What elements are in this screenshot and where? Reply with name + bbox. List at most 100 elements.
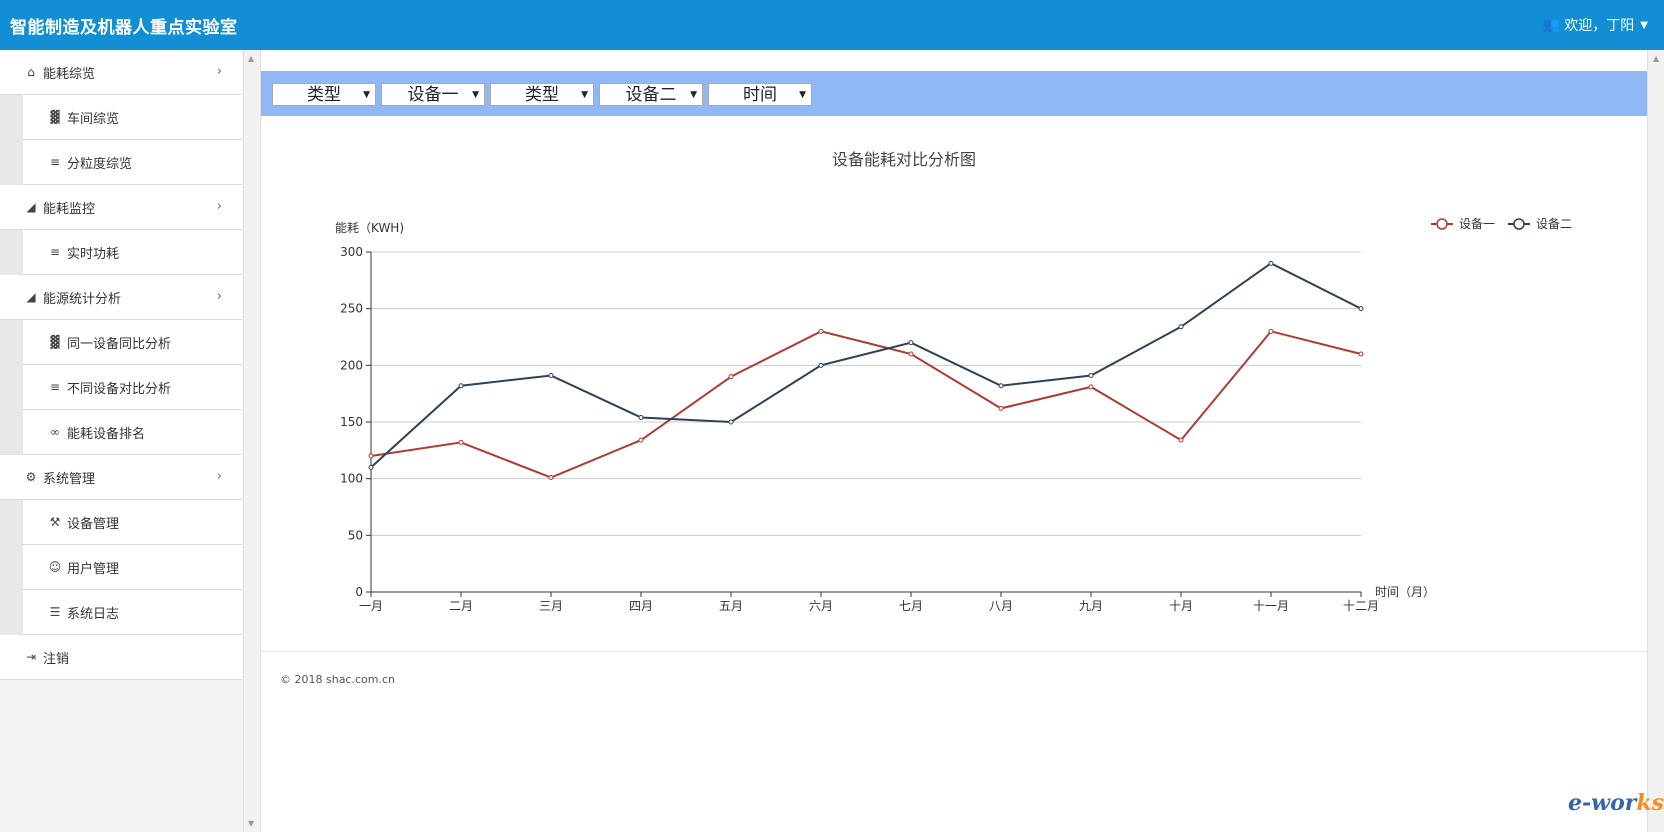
legend-marker-1: [1513, 218, 1525, 230]
sidebar-menu: ⌂ 能耗综览 › ▓ 车间综览 ≡ 分粒度综览 ◢ 能耗监控 › ≡ 实时功耗 ◢ 能源统计分析 › ▓ 同一设…: [0, 50, 242, 680]
user-menu-dropdown[interactable]: 👥 欢迎，丁阳 ▼: [1543, 15, 1648, 35]
sidebar-item-5[interactable]: ◢ 能源统计分析 ›: [0, 275, 242, 320]
energy-comparison-chart: 设备能耗对比分析图 能耗（KWH) 时间（月） 0 50 100 150 200 250 300 一…: [261, 130, 1648, 650]
sidebar-item-6[interactable]: ▓ 同一设备同比分析: [23, 320, 242, 365]
sidebar-item-2[interactable]: ≡ 分粒度综览: [23, 140, 242, 185]
list-icon: ≡: [49, 245, 61, 259]
home-icon: ⌂: [27, 65, 35, 79]
sidebar-item-label: 能耗综览: [43, 66, 96, 82]
device-select-1[interactable]: 设备一 ▼: [381, 83, 485, 106]
x-tick-label: 三月: [539, 599, 563, 613]
footer-copyright: © 2018 shac.com.cn: [280, 673, 395, 686]
sidebar-item-label: 用户管理: [67, 561, 120, 577]
sidebar-item-label: 设备管理: [67, 516, 120, 532]
data-point-0-6: [908, 351, 914, 357]
submenu-row: ▓ 同一设备同比分析: [0, 320, 242, 365]
time-select[interactable]: 时间 ▼: [708, 83, 812, 106]
data-point-0-5: [818, 328, 824, 334]
dropdown-arrow-icon: ▼: [799, 90, 806, 100]
chevron-right-icon: ›: [216, 469, 222, 484]
list-ol-icon: ☰: [49, 605, 61, 619]
wrench-icon: ⚒: [49, 515, 61, 529]
data-point-0-11: [1358, 351, 1364, 357]
sidebar-scrollbar[interactable]: ▲ ▼: [243, 50, 259, 832]
users-icon: ☺: [48, 560, 62, 574]
filter-bar: 类型 ▼ 设备一 ▼ 类型 ▼ 设备二 ▼ 时间 ▼: [261, 71, 1648, 116]
chart-svg: 设备能耗对比分析图能耗（KWH) 时间（月） 0 50 100 150 200 250 300 一…: [335, 150, 1572, 613]
sidebar-item-label: 系统管理: [43, 471, 96, 487]
y-tick-label: 250: [340, 302, 363, 316]
x-tick-label: 二月: [449, 599, 473, 613]
scroll-down-icon[interactable]: ▼: [248, 819, 254, 828]
submenu-row: ▓ 车间综览: [0, 95, 242, 140]
chart-title: 设备能耗对比分析图: [832, 150, 976, 169]
sidebar-item-11[interactable]: ☺ 用户管理: [23, 545, 242, 590]
x-tick-label: 九月: [1079, 599, 1103, 613]
sidebar-item-10[interactable]: ⚒ 设备管理: [23, 500, 242, 545]
content-divider: [261, 651, 1648, 652]
scroll-up-icon[interactable]: ▲: [248, 54, 254, 63]
top-navbar: 智能制造及机器人重点实验室 👥 欢迎，丁阳 ▼: [0, 0, 1664, 50]
watermark-main: e-wor: [1568, 790, 1637, 816]
type-select-2[interactable]: 类型 ▼: [490, 83, 594, 106]
data-point-1-8: [1088, 373, 1094, 379]
x-tick-label: 十月: [1169, 599, 1193, 613]
type-select-1[interactable]: 类型 ▼: [272, 83, 376, 106]
sidebar-item-label: 车间综览: [67, 111, 120, 127]
x-tick-label: 十一月: [1253, 599, 1289, 613]
sidebar-item-label: 实时功耗: [67, 246, 120, 262]
sidebar-item-7[interactable]: ≡ 不同设备对比分析: [23, 365, 242, 410]
submenu-row: ⚒ 设备管理: [0, 500, 242, 545]
sidebar-item-label: 分粒度综览: [67, 156, 133, 172]
data-point-1-5: [818, 362, 824, 368]
gear-icon: ⚙: [25, 470, 37, 484]
main-content: 类型 ▼ 设备一 ▼ 类型 ▼ 设备二 ▼ 时间 ▼ 设备能耗对比分析图能耗（K…: [260, 50, 1648, 832]
y-axis-label: 能耗（KWH): [335, 221, 404, 235]
x-tick-label: 六月: [809, 599, 833, 613]
page-scrollbar[interactable]: ▲: [1647, 50, 1664, 832]
dropdown-arrow-icon: ▼: [690, 90, 697, 100]
submenu-row: ≡ 分粒度综览: [0, 140, 242, 185]
chevron-right-icon: ›: [216, 289, 222, 304]
submenu-row: ≡ 实时功耗: [0, 230, 242, 275]
sidebar-item-label: 不同设备对比分析: [67, 381, 172, 397]
data-point-1-2: [548, 373, 554, 379]
sidebar-item-4[interactable]: ≡ 实时功耗: [23, 230, 242, 275]
submenu-row: ☰ 系统日志: [0, 590, 242, 635]
sidebar-item-9[interactable]: ⚙ 系统管理 ›: [0, 455, 242, 500]
y-tick-label: 0: [355, 585, 363, 599]
sidebar-item-1[interactable]: ▓ 车间综览: [23, 95, 242, 140]
scroll-up-icon[interactable]: ▲: [1653, 54, 1659, 63]
data-point-1-6: [908, 340, 914, 346]
x-tick-label: 七月: [899, 599, 923, 613]
sidebar-item-12[interactable]: ☰ 系统日志: [23, 590, 242, 635]
chevron-right-icon: ›: [216, 199, 222, 214]
y-tick-label: 200: [340, 358, 363, 372]
area-chart-icon: ◢: [26, 290, 36, 304]
dropdown-arrow-icon: ▼: [581, 90, 588, 100]
industry-icon: ▓: [50, 110, 60, 124]
x-axis-label: 时间（月）: [1375, 585, 1435, 599]
data-point-0-0: [368, 453, 374, 459]
sidebar-item-8[interactable]: ∞ 能耗设备排名: [23, 410, 242, 455]
data-point-1-4: [728, 419, 734, 425]
submenu-row: ∞ 能耗设备排名: [0, 410, 242, 455]
submenu-row: ≡ 不同设备对比分析: [0, 365, 242, 410]
user-greeting: 欢迎，丁阳: [1564, 18, 1635, 34]
y-tick-label: 150: [340, 415, 363, 429]
device-select-2[interactable]: 设备二 ▼: [599, 83, 703, 106]
sidebar-item-label: 能源统计分析: [43, 291, 122, 307]
x-tick-label: 五月: [719, 599, 743, 613]
x-tick-label: 十二月: [1343, 599, 1379, 613]
sidebar-item-13[interactable]: ⇥ 注销: [0, 635, 242, 680]
users-icon: 👥: [1542, 17, 1561, 33]
sidebar-item-0[interactable]: ⌂ 能耗综览 ›: [0, 50, 242, 95]
industry-icon: ▓: [50, 335, 60, 349]
y-tick-label: 50: [348, 528, 363, 542]
sidebar-item-label: 注销: [43, 651, 70, 667]
y-tick-label: 100: [340, 472, 363, 486]
data-point-0-9: [1178, 437, 1184, 443]
chevron-right-icon: ›: [216, 64, 222, 79]
x-tick-label: 八月: [989, 599, 1013, 613]
sidebar-item-3[interactable]: ◢ 能耗监控 ›: [0, 185, 242, 230]
